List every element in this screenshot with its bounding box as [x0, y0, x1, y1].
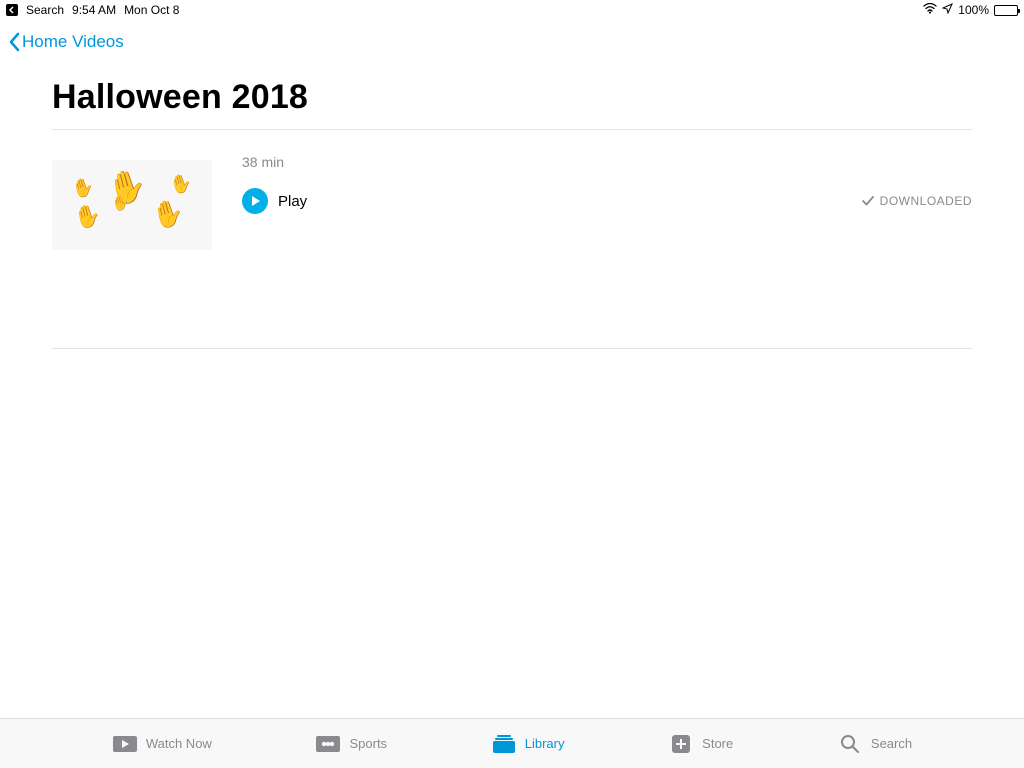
- tab-label: Store: [702, 736, 733, 751]
- back-button[interactable]: Home Videos: [8, 32, 124, 52]
- library-icon: [491, 734, 517, 754]
- content-area: Halloween 2018 ✋ ✋ ✋ ✋ ✋ ✋ 38 min Play D…: [0, 78, 1024, 349]
- divider: [52, 348, 972, 349]
- play-button[interactable]: Play: [242, 188, 307, 214]
- video-thumbnail[interactable]: ✋ ✋ ✋ ✋ ✋ ✋: [52, 160, 212, 250]
- navigation-bar: Home Videos: [0, 20, 1024, 64]
- tab-watch-now[interactable]: Watch Now: [112, 734, 212, 754]
- play-label: Play: [278, 193, 307, 210]
- tab-label: Library: [525, 736, 565, 751]
- tab-label: Search: [871, 736, 912, 751]
- watch-now-icon: [112, 734, 138, 754]
- downloaded-label: DOWNLOADED: [880, 194, 972, 208]
- back-label: Home Videos: [22, 32, 124, 52]
- video-row: ✋ ✋ ✋ ✋ ✋ ✋ 38 min Play DOWNLOADED: [52, 130, 972, 280]
- battery-percentage: 100%: [958, 3, 989, 17]
- location-icon: [942, 3, 953, 17]
- tab-library[interactable]: Library: [491, 734, 565, 754]
- tab-bar: Watch Now Sports Library Store Search: [0, 718, 1024, 768]
- checkmark-icon: [861, 195, 875, 207]
- sports-icon: [315, 734, 341, 754]
- tab-store[interactable]: Store: [668, 734, 733, 754]
- breadcrumb-back-icon[interactable]: [6, 4, 18, 16]
- chevron-left-icon: [8, 32, 20, 52]
- wifi-icon: [923, 3, 937, 17]
- tab-label: Sports: [349, 736, 387, 751]
- search-icon: [837, 734, 863, 754]
- status-date: Mon Oct 8: [124, 3, 179, 17]
- tab-label: Watch Now: [146, 736, 212, 751]
- tab-search[interactable]: Search: [837, 734, 912, 754]
- downloaded-badge: DOWNLOADED: [861, 194, 972, 208]
- video-duration: 38 min: [242, 154, 972, 170]
- tab-sports[interactable]: Sports: [315, 734, 387, 754]
- store-icon: [668, 734, 694, 754]
- page-title: Halloween 2018: [52, 78, 972, 117]
- status-bar: Search 9:54 AM Mon Oct 8 100%: [0, 0, 1024, 20]
- battery-icon: [994, 5, 1018, 16]
- status-time: 9:54 AM: [72, 3, 116, 17]
- play-icon: [242, 188, 268, 214]
- breadcrumb-label[interactable]: Search: [26, 3, 64, 17]
